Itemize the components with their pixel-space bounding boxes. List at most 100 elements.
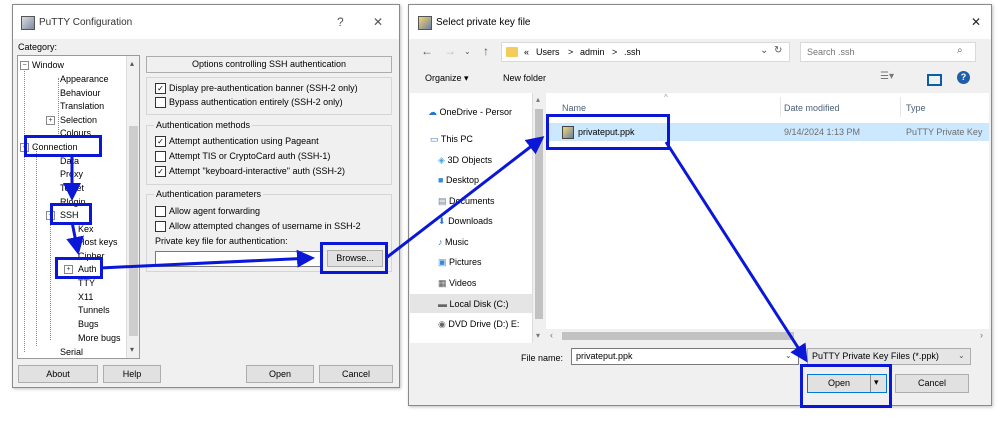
tree-scrollbar[interactable]: ▴ ▾ [126, 56, 139, 358]
nav-item-onedrive[interactable]: ☁ OneDrive - Persor [428, 107, 512, 118]
nav-item-videos[interactable]: ▦ Videos [438, 278, 476, 289]
banner-checkbox[interactable]: ✓ [155, 83, 166, 94]
dialog-titlebar: Select private key file ✕ [409, 5, 991, 39]
download-icon: ⬇ [438, 216, 446, 226]
auth-methods-title: Authentication methods [154, 120, 253, 130]
nav-item-this-pc[interactable]: ▭ This PC [430, 134, 473, 145]
nav-item-desktop[interactable]: ■ Desktop [438, 175, 479, 185]
tree-item-proxy[interactable]: Proxy [60, 169, 83, 179]
tree-item-selection[interactable]: Selection [60, 115, 97, 125]
back-icon[interactable]: ← [421, 44, 433, 58]
highlight-open [800, 364, 892, 408]
tree-item-window[interactable]: Window [32, 60, 64, 70]
scroll-thumb[interactable] [535, 109, 543, 319]
filename-input[interactable]: privateput.ppk [571, 348, 799, 365]
agent-forwarding-checkbox[interactable] [155, 206, 166, 217]
nav-item-music[interactable]: ♪ Music [438, 237, 469, 247]
column-header-type[interactable]: Type [906, 103, 926, 113]
breadcrumb-admin[interactable]: admin [580, 47, 605, 57]
tree-item-telnet[interactable]: Telnet [60, 183, 84, 193]
nav-scrollbar[interactable]: ▴ ▾ [532, 93, 545, 343]
tree-item-serial[interactable]: Serial [60, 347, 83, 357]
expand-toggle-window[interactable]: − [20, 61, 29, 70]
file-type-filter[interactable]: PuTTY Private Key Files (*.ppk) [807, 348, 971, 365]
nav-item-pictures[interactable]: ▣ Pictures [438, 257, 482, 268]
scroll-down-icon[interactable]: ▾ [536, 331, 540, 340]
help-icon[interactable]: ? [337, 15, 344, 29]
help-button[interactable]: Help [103, 365, 161, 383]
nav-item-downloads[interactable]: ⬇ Downloads [438, 216, 493, 227]
filename-dropdown-icon[interactable]: ⌄ [785, 351, 792, 360]
search-input[interactable] [805, 45, 949, 59]
tree-item-bugs[interactable]: Bugs [78, 319, 99, 329]
dialog-close-icon[interactable]: ✕ [971, 15, 981, 29]
nav-item-local-disk[interactable]: ▬ Local Disk (C:) [438, 299, 509, 309]
view-options-icon[interactable]: ☰▾ [880, 71, 894, 82]
nav-item-dvd-drive[interactable]: ◉ DVD Drive (D:) E: [438, 319, 519, 330]
tree-item-kex[interactable]: Kex [78, 224, 94, 234]
tis-checkbox[interactable] [155, 151, 166, 162]
close-icon[interactable]: ✕ [373, 15, 383, 29]
scroll-down-icon[interactable]: ▾ [130, 345, 134, 354]
address-dropdown-icon[interactable]: ⌄ [760, 45, 768, 56]
panel-header: Options controlling SSH authentication [146, 56, 392, 73]
pageant-label: Attempt authentication using Pageant [169, 136, 319, 146]
keyfile-input[interactable] [155, 251, 321, 267]
scroll-thumb[interactable] [562, 332, 794, 340]
filter-dropdown-icon[interactable]: ⌄ [958, 351, 965, 360]
breadcrumb-ssh[interactable]: .ssh [624, 47, 641, 57]
bypass-auth-label: Bypass authentication entirely (SSH-2 on… [169, 97, 343, 107]
breadcrumb-users[interactable]: Users [536, 47, 560, 57]
search-box[interactable]: ⌕ [800, 42, 976, 62]
open-button[interactable]: Open [246, 365, 314, 383]
tree-item-behaviour[interactable]: Behaviour [60, 88, 101, 98]
expand-toggle-selection[interactable]: + [46, 116, 55, 125]
column-header-name[interactable]: Name [562, 103, 586, 113]
address-bar[interactable]: « Users > admin > .ssh ⌄ ↻ [501, 42, 790, 62]
file-type: PuTTY Private Key [906, 127, 983, 137]
cancel-button[interactable]: Cancel [319, 365, 393, 383]
tree-item-tunnels[interactable]: Tunnels [78, 305, 110, 315]
organize-menu[interactable]: Organize ▾ [425, 73, 469, 84]
cloud-icon: ☁ [428, 107, 437, 117]
tree-item-more-bugs[interactable]: More bugs [78, 333, 121, 343]
scroll-up-icon[interactable]: ▴ [130, 59, 134, 68]
select-key-file-dialog: Select private key file ✕ ← → ⌄ ↑ « User… [408, 4, 992, 406]
highlight-file [546, 114, 670, 150]
new-folder-button[interactable]: New folder [503, 73, 546, 83]
recent-dropdown-icon[interactable]: ⌄ [464, 47, 471, 56]
bypass-auth-checkbox[interactable] [155, 97, 166, 108]
breadcrumb-separator: > [568, 47, 574, 57]
scroll-right-icon[interactable]: › [980, 330, 983, 340]
tree-item-data[interactable]: Data [60, 156, 79, 166]
keyboard-interactive-checkbox[interactable]: ✓ [155, 166, 166, 177]
nav-label: Desktop [445, 175, 479, 185]
tree-item-tty[interactable]: TTY [78, 278, 95, 288]
picture-icon: ▣ [438, 257, 447, 267]
tree-item-x11[interactable]: X11 [78, 292, 93, 302]
scroll-thumb[interactable] [129, 126, 138, 336]
refresh-icon[interactable]: ↻ [774, 45, 782, 56]
nav-item-3d-objects[interactable]: ◈ 3D Objects [438, 155, 492, 166]
keyboard-interactive-label: Attempt "keyboard-interactive" auth (SSH… [169, 166, 345, 176]
search-icon[interactable]: ⌕ [957, 45, 963, 56]
tree-item-appearance[interactable]: Appearance [60, 74, 109, 84]
horizontal-scrollbar[interactable]: ‹ › [546, 329, 989, 343]
pageant-checkbox[interactable]: ✓ [155, 136, 166, 147]
username-changes-checkbox[interactable] [155, 221, 166, 232]
about-button[interactable]: About [18, 365, 98, 383]
breadcrumb-overflow[interactable]: « [524, 47, 529, 57]
forward-icon[interactable]: → [444, 44, 456, 58]
dialog-cancel-button[interactable]: Cancel [895, 374, 969, 393]
nav-item-documents[interactable]: ▤ Documents [438, 196, 495, 207]
scroll-left-icon[interactable]: ‹ [550, 330, 553, 340]
scroll-up-icon[interactable]: ▴ [536, 95, 540, 104]
tree-item-translation[interactable]: Translation [60, 101, 104, 111]
up-icon[interactable]: ↑ [483, 44, 489, 58]
column-header-date[interactable]: Date modified [784, 103, 840, 113]
highlight-browse [320, 242, 388, 274]
tree-item-host-keys[interactable]: Host keys [78, 237, 118, 247]
help-circle-icon[interactable]: ? [957, 71, 970, 84]
filename-label: File name: [521, 353, 564, 363]
preview-pane-icon[interactable] [927, 74, 942, 86]
